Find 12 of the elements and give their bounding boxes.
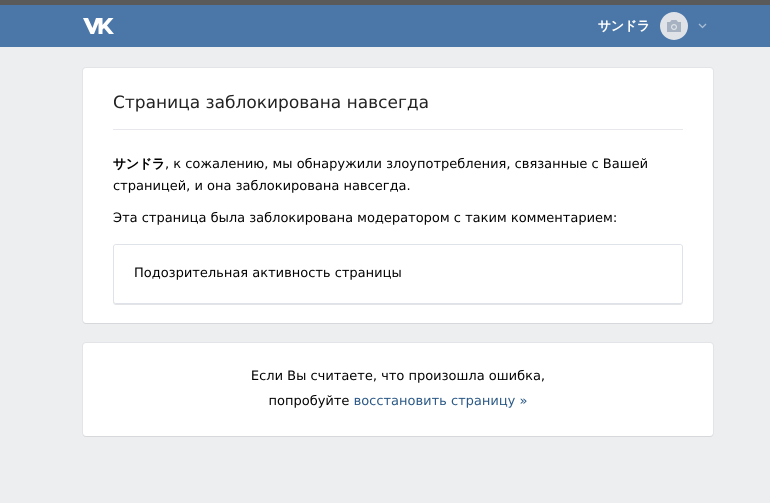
restore-note: попробуйте восстановить страницу » [268,393,528,411]
restore-link[interactable]: восстановить страницу » [354,394,528,409]
logo-icon[interactable] [83,16,115,36]
user-name[interactable]: サンドラ [598,17,650,35]
block-message: サンドラ, к сожалению, мы обнаружили злоупотребления, связанные с Вашей страницей, и она заблокирована навсегда. [113,156,650,196]
moderator-comment: Подозрительная активность страницы [113,244,683,304]
chevron-icon[interactable] [698,23,707,29]
avatar[interactable] [660,12,688,40]
card-title: Страница заблокирована навсегда [113,93,683,130]
camera-icon [666,20,682,32]
comment-intro: Эта страница была заблокирована модератором с таким комментарием: [113,210,618,228]
error-note: Если Вы считаете, что произошла ошибка, [250,368,546,386]
